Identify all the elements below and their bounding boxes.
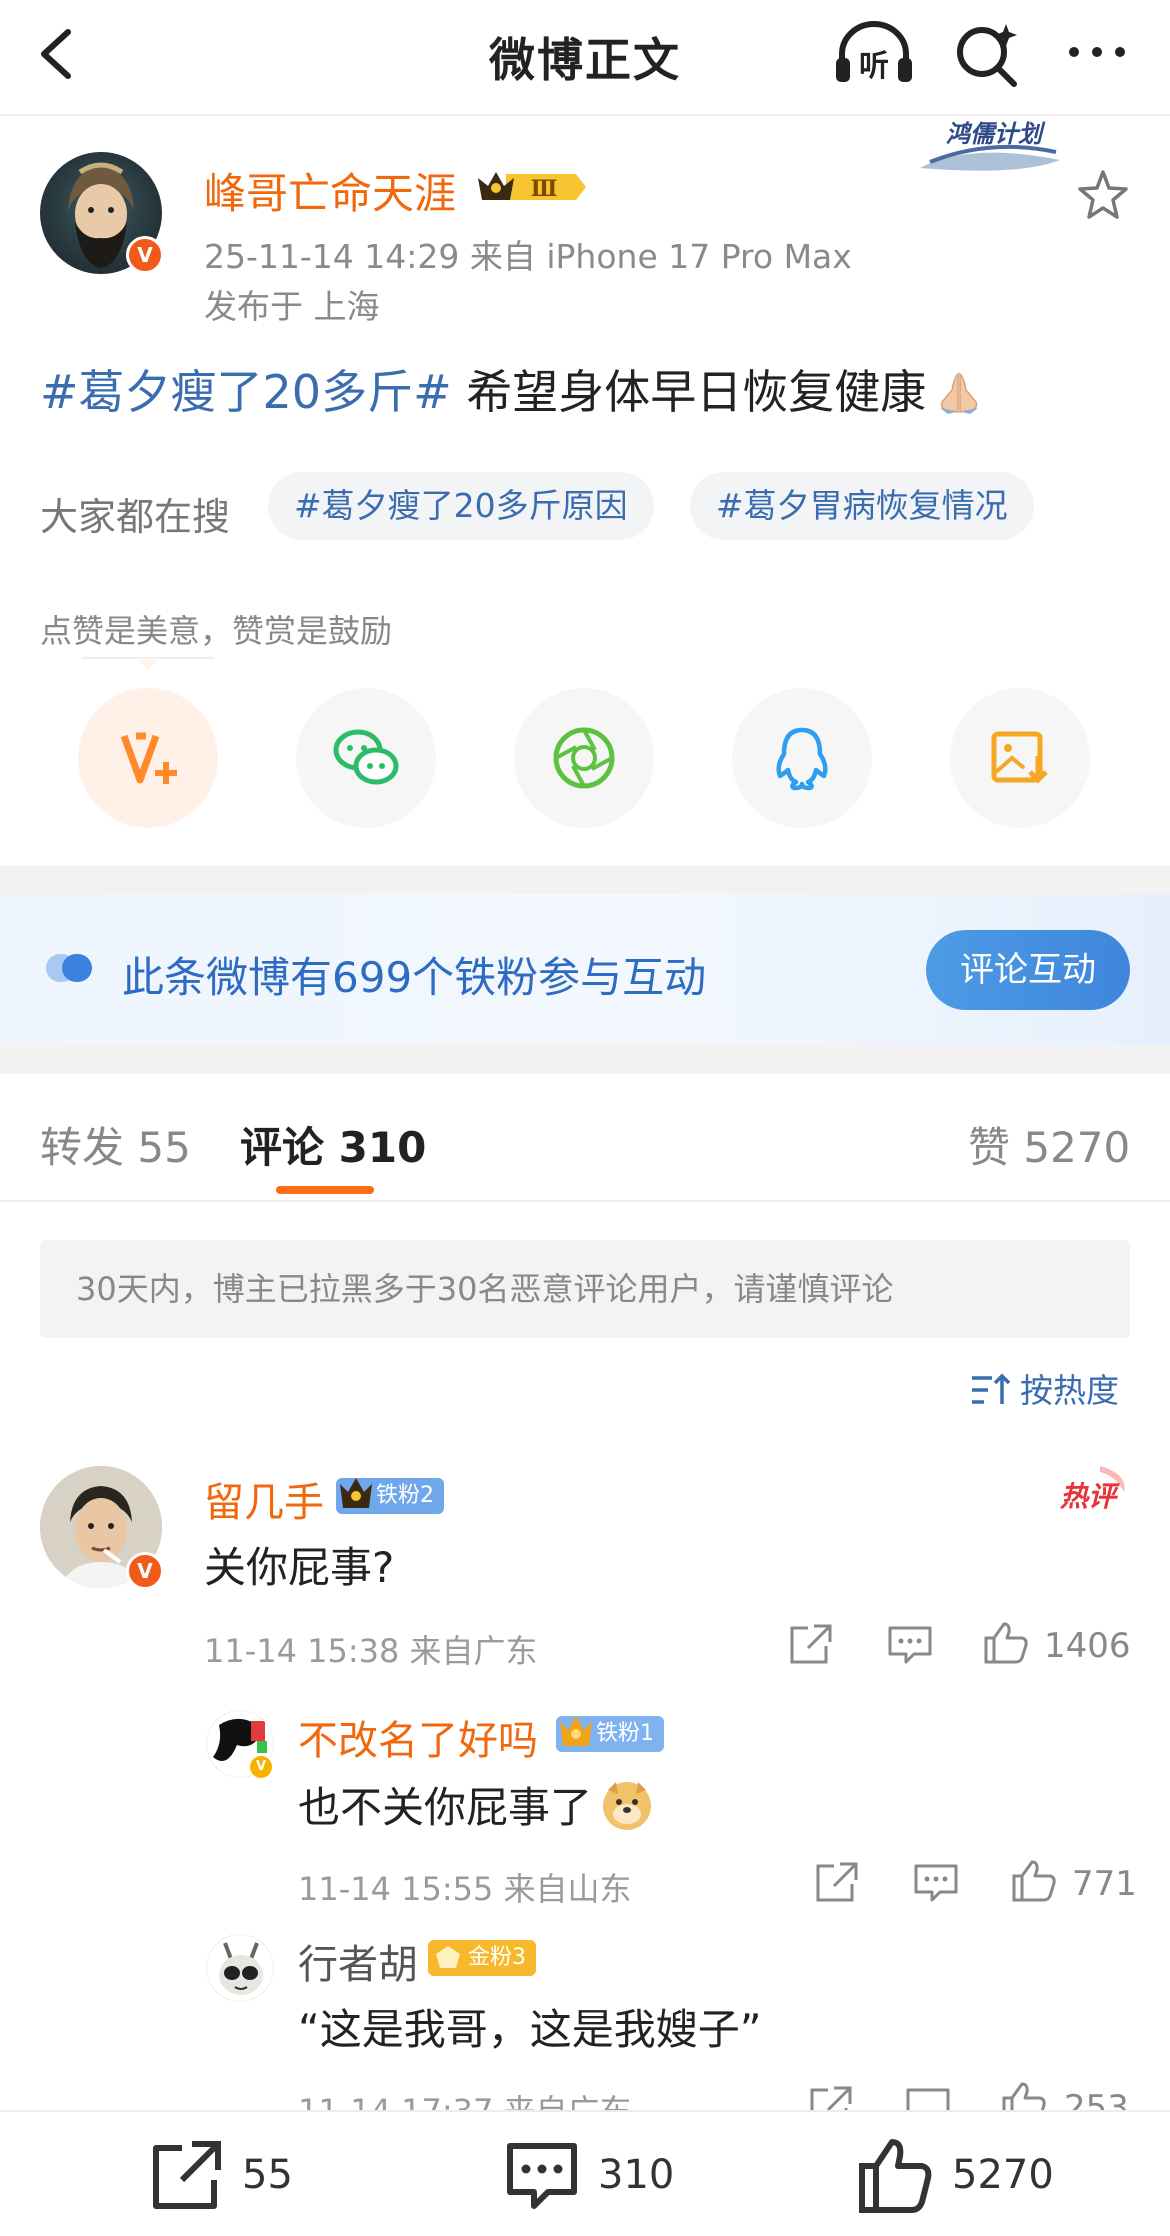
comment-text: “这是我哥，这是我嫂子”	[298, 2005, 762, 2054]
commenter-name[interactable]: 不改名了好吗	[298, 1708, 538, 1766]
trending-search-label: 大家都在搜	[40, 495, 231, 539]
tab-likes[interactable]: 赞 5270	[968, 1114, 1130, 1175]
iron-fans-text: 此条微博有699个铁粉参与互动	[122, 953, 707, 1002]
weibo-post-page: 微博正文 听 V 峰哥亡命天涯 Ⅲ 鸿儒计划 25-11-14 14:29 来自…	[0, 0, 1170, 2236]
gem-icon	[436, 1946, 460, 1968]
comment-text: 关你屁事?	[204, 1543, 395, 1592]
verified-badge-icon: V	[248, 1754, 274, 1780]
svg-text:Ⅲ: Ⅲ	[531, 176, 558, 202]
active-tab-indicator	[276, 1186, 374, 1194]
svg-text:听: 听	[859, 49, 889, 84]
comment-interact-button[interactable]: 评论互动	[926, 930, 1130, 1010]
share-wechat-button[interactable]	[296, 688, 436, 828]
verified-badge-icon: V	[126, 236, 164, 274]
hot-comment-mark-icon: 热评	[1059, 1466, 1125, 1513]
section-divider	[0, 1044, 1170, 1074]
post-body: 希望身体早日恢复健康	[451, 365, 927, 419]
commenter-name[interactable]: 行者胡	[298, 1932, 418, 1990]
repost-icon	[153, 2141, 221, 2209]
comment-icon[interactable]	[886, 1622, 934, 1666]
search-sparkle-icon[interactable]	[952, 20, 1022, 90]
share-qq-button[interactable]	[732, 688, 872, 828]
comment-meta: 11-14 15:38 来自广东	[204, 1632, 538, 1670]
save-image-icon	[991, 731, 1048, 784]
iron-fans-banner: 此条微博有699个铁粉参与互动 评论互动	[0, 894, 1170, 1044]
top-nav-bar: 微博正文 听	[0, 0, 1170, 116]
author-name[interactable]: 峰哥亡命天涯	[204, 160, 456, 221]
like-count: 1406	[1044, 1626, 1131, 1666]
moments-icon	[553, 727, 615, 789]
fan-level-badge: 金粉3	[428, 1940, 536, 1976]
fan-level-badge: 铁粉1	[556, 1716, 664, 1752]
verified-badge-icon: V	[126, 1552, 164, 1590]
sort-by-hot-button[interactable]: 按热度	[970, 1364, 1119, 1414]
post-hashtag[interactable]: #葛夕瘦了20多斤#	[40, 365, 452, 419]
post-location: 发布于 上海	[204, 287, 380, 326]
bottom-action-bar: 55 310 5270	[0, 2110, 1170, 2236]
like-count: 771	[1072, 1864, 1137, 1904]
commenter-avatar[interactable]	[206, 1934, 274, 2002]
comment-icon[interactable]	[912, 1860, 960, 1904]
section-divider	[0, 866, 1170, 894]
crown-icon	[560, 1716, 592, 1746]
post-content: #葛夕瘦了20多斤# 希望身体早日恢复健康	[40, 356, 984, 422]
fan-level-badge: 铁粉2	[336, 1478, 444, 1514]
sort-label: 按热度	[1020, 1371, 1119, 1410]
save-image-button[interactable]	[950, 688, 1090, 828]
tab-repost[interactable]: 转发 55	[40, 1114, 191, 1175]
favorite-star-icon[interactable]	[1076, 168, 1130, 222]
v-plus-icon	[120, 732, 177, 784]
listen-headphones-icon[interactable]: 听	[832, 18, 916, 88]
tab-bar: 转发 55 评论 310 赞 5270	[0, 1074, 1170, 1202]
comment-icon	[507, 2143, 577, 2209]
repost-icon[interactable]	[812, 1860, 860, 1904]
iron-fans-icon	[46, 954, 92, 982]
commenter-name[interactable]: 留几手	[204, 1470, 324, 1528]
wechat-icon	[333, 729, 399, 785]
like-thumb-icon	[859, 2139, 932, 2213]
crown-icon	[340, 1478, 372, 1508]
comment-text: 也不关你屁事了	[298, 1774, 654, 1835]
reward-hint: 点赞是美意，赞赏是鼓励	[40, 612, 393, 650]
svg-text:热评: 热评	[1059, 1480, 1120, 1513]
doge-emoji-icon	[603, 1782, 652, 1830]
praying-hands-emoji-icon	[940, 372, 979, 414]
campaign-badge-icon: 鸿儒计划	[920, 120, 1060, 171]
svg-text:鸿儒计划: 鸿儒计划	[946, 120, 1046, 148]
share-moments-button[interactable]	[514, 688, 654, 828]
more-options-icon[interactable]	[1062, 22, 1132, 82]
search-chip[interactable]: #葛夕瘦了20多斤原因	[268, 472, 654, 540]
qq-penguin-icon	[776, 727, 828, 791]
v-plus-button[interactable]	[78, 688, 218, 828]
comment-meta: 11-14 15:55 来自山东	[298, 1870, 632, 1908]
post-meta: 25-11-14 14:29 来自 iPhone 17 Pro Max	[204, 237, 852, 276]
vip-crown-badge-icon: Ⅲ	[478, 172, 586, 202]
hint-pointer-icon	[82, 657, 214, 670]
like-thumb-icon[interactable]	[1010, 1858, 1058, 1902]
search-chip[interactable]: #葛夕胃病恢复情况	[690, 472, 1034, 540]
tab-comments[interactable]: 评论 310	[240, 1114, 426, 1175]
like-thumb-icon[interactable]	[982, 1620, 1030, 1664]
sort-icon	[972, 1373, 1011, 1404]
comment-notice: 30天内，博主已拉黑多于30名恶意评论用户，请谨慎评论	[40, 1240, 1130, 1338]
repost-icon[interactable]	[786, 1622, 834, 1666]
